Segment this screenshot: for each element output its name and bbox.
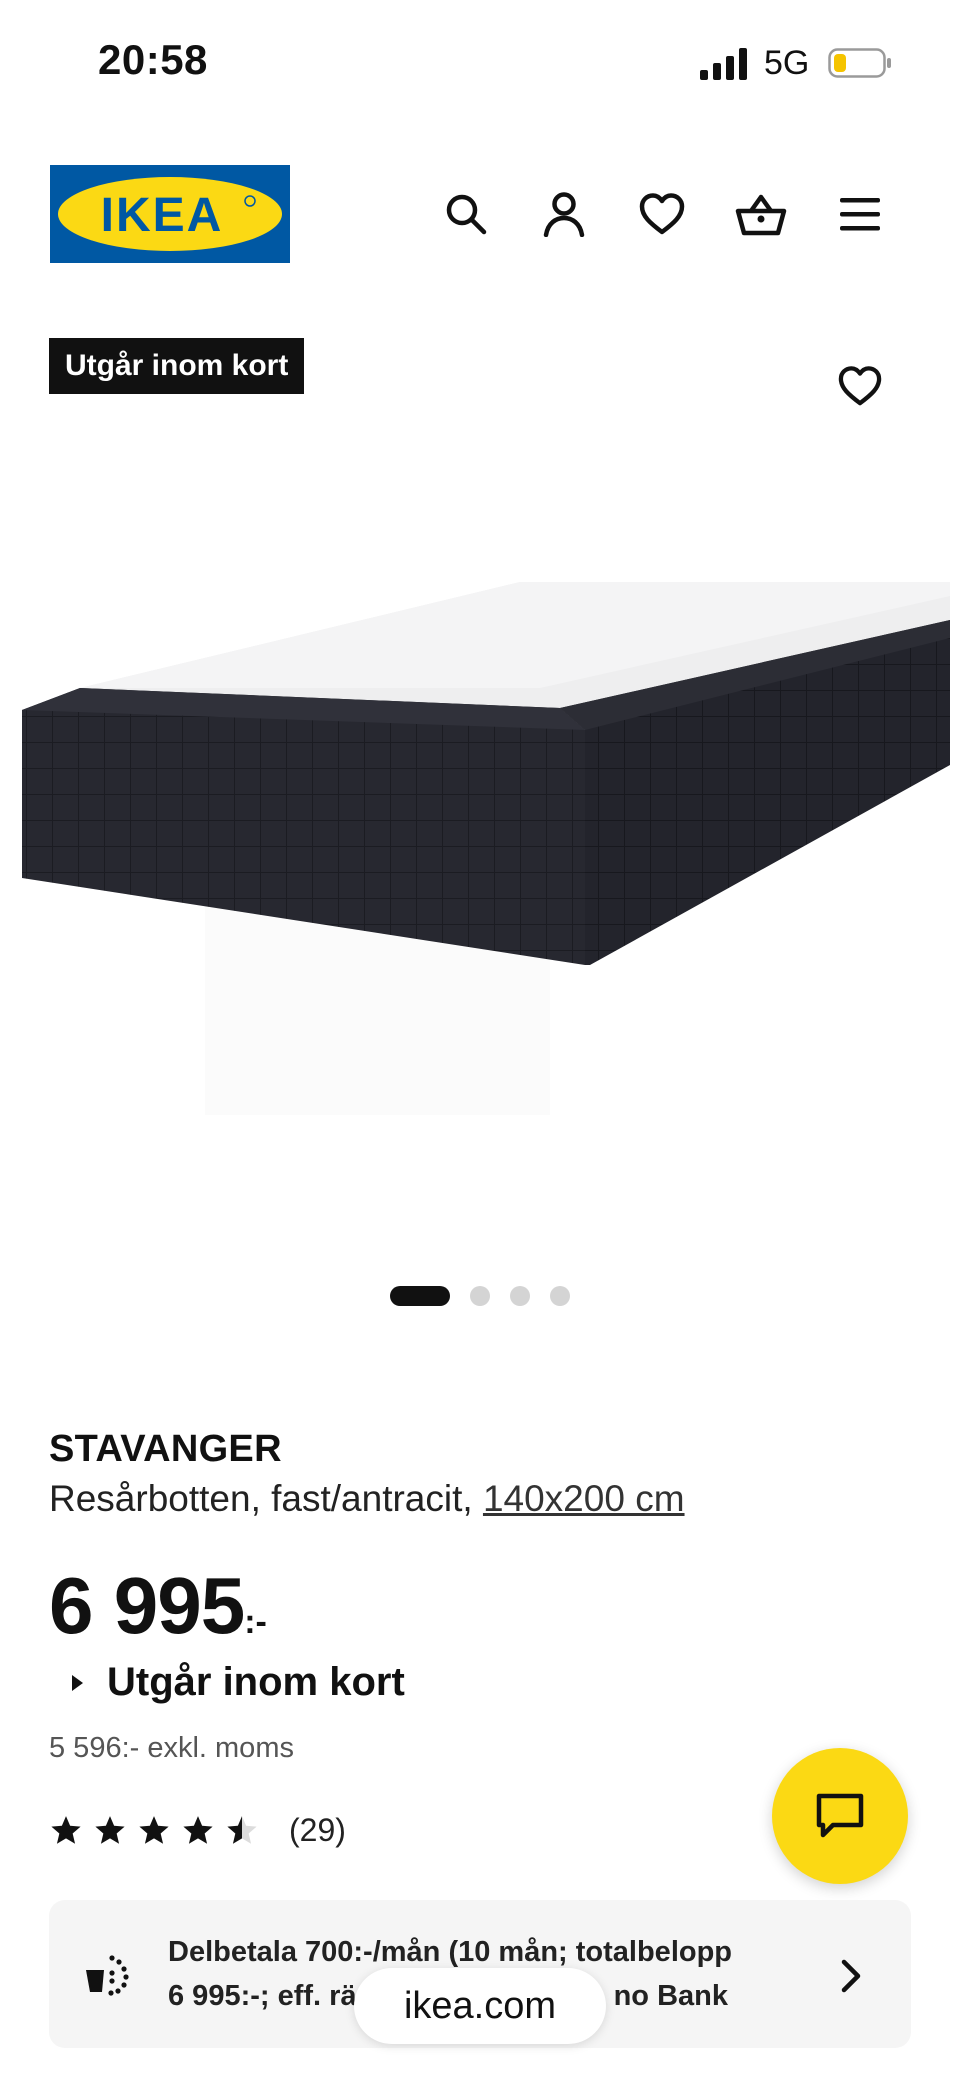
ikea-logo[interactable]: IKEA bbox=[50, 165, 290, 263]
half-star-icon bbox=[227, 1815, 257, 1844]
network-type: 5G bbox=[764, 44, 810, 82]
menu-icon[interactable] bbox=[834, 188, 886, 240]
installment-line-2-start: 6 995:-; eff. rä bbox=[168, 1980, 357, 2012]
account-icon[interactable] bbox=[538, 188, 590, 240]
product-name: STAVANGER bbox=[49, 1428, 282, 1470]
price-excl-vat: 5 596:- exkl. moms bbox=[49, 1732, 294, 1764]
star-icon bbox=[95, 1815, 125, 1844]
status-time: 20:58 bbox=[98, 36, 208, 83]
carousel-dot-active[interactable] bbox=[390, 1286, 450, 1306]
battery-icon bbox=[828, 48, 891, 78]
basket-icon[interactable] bbox=[735, 188, 787, 240]
availability-text: Utgår inom kort bbox=[107, 1660, 405, 1704]
carousel-dot[interactable] bbox=[550, 1286, 570, 1306]
carousel-dot[interactable] bbox=[510, 1286, 530, 1306]
chat-icon bbox=[816, 1793, 864, 1838]
chat-button[interactable] bbox=[772, 1748, 908, 1884]
product-image[interactable] bbox=[0, 560, 960, 1120]
installment-line-2-end: no Bank bbox=[613, 1980, 728, 2012]
favourite-heart-icon[interactable] bbox=[834, 360, 886, 412]
installment-coins-icon bbox=[86, 1955, 129, 1996]
rating-stars bbox=[49, 1814, 259, 1848]
product-description: Resårbotten, fast/antracit, 140x200 cm bbox=[49, 1478, 685, 1520]
product-type: Resårbotten, fast/antracit, bbox=[49, 1478, 473, 1519]
signal-icon bbox=[700, 48, 747, 80]
discontinued-badge: Utgår inom kort bbox=[49, 338, 305, 394]
availability-toggle[interactable]: Utgår inom kort bbox=[72, 1660, 405, 1705]
image-carousel-dots[interactable] bbox=[0, 1286, 960, 1306]
expand-triangle-icon bbox=[72, 1674, 83, 1691]
review-count[interactable]: (29) bbox=[289, 1812, 346, 1849]
product-rating[interactable]: (29) bbox=[49, 1812, 346, 1849]
chevron-right-icon[interactable] bbox=[836, 1956, 866, 1996]
star-icon bbox=[139, 1815, 169, 1844]
carousel-dot[interactable] bbox=[470, 1286, 490, 1306]
heart-icon[interactable] bbox=[636, 188, 688, 240]
price-amount: 6 995 bbox=[49, 1561, 245, 1650]
product-price: 6 995:- bbox=[49, 1560, 267, 1652]
search-icon[interactable] bbox=[440, 188, 492, 240]
browser-url-bar[interactable]: ikea.com bbox=[354, 1968, 606, 2044]
star-icon bbox=[183, 1815, 213, 1844]
svg-text:IKEA: IKEA bbox=[101, 189, 224, 242]
size-link[interactable]: 140x200 cm bbox=[483, 1478, 685, 1519]
star-icon bbox=[51, 1815, 81, 1844]
price-currency: :- bbox=[244, 1603, 267, 1641]
